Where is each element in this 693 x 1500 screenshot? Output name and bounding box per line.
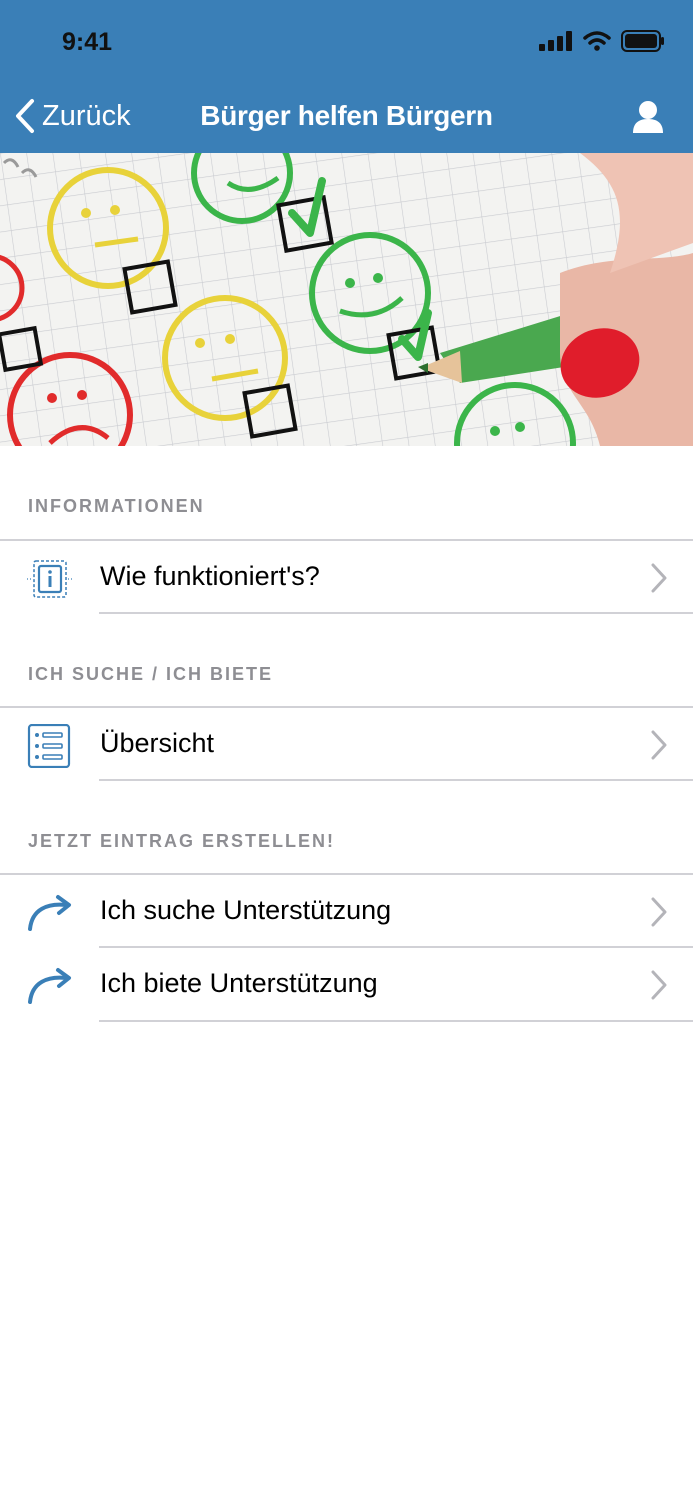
- signal-icon: [539, 31, 572, 51]
- profile-button[interactable]: [631, 100, 665, 139]
- navigation-header: 9:41 Zurück Bürger helfen Bürgern: [0, 0, 693, 153]
- list-icon: [27, 724, 71, 768]
- section-header-informationen: INFORMATIONEN: [28, 496, 205, 516]
- row-wie-funktionierts[interactable]: Wie funktioniert's?: [0, 541, 693, 613]
- chevron-right-icon: [651, 730, 667, 760]
- divider: [99, 612, 693, 614]
- wifi-icon: [583, 31, 611, 51]
- hero-image: [0, 153, 693, 446]
- chevron-right-icon: [651, 897, 667, 927]
- info-icon: [27, 560, 73, 598]
- row-label: Wie funktioniert's?: [100, 561, 320, 591]
- row-label: Übersicht: [100, 728, 215, 758]
- row-label: Ich suche Unterstützung: [100, 895, 392, 925]
- page-title: Bürger helfen Bürgern: [200, 100, 493, 131]
- row-label: Ich biete Unterstützung: [100, 968, 378, 998]
- battery-icon: [621, 30, 664, 52]
- divider: [99, 779, 693, 781]
- chevron-right-icon: [651, 970, 667, 1000]
- row-ich-suche-unterstuetzung[interactable]: Ich suche Unterstützung: [0, 875, 693, 947]
- divider: [99, 1020, 693, 1022]
- chevron-right-icon: [651, 563, 667, 593]
- row-uebersicht[interactable]: Übersicht: [0, 708, 693, 780]
- status-icons: [539, 30, 665, 52]
- forward-arrow-icon: [28, 895, 71, 931]
- section-header-ich-suche-ich-biete: ICH SUCHE / ICH BIETE: [28, 664, 274, 684]
- user-icon: [633, 101, 663, 133]
- section-header-jetzt-eintrag-erstellen: JETZT EINTRAG ERSTELLEN!: [28, 831, 336, 851]
- status-time: 9:41: [62, 28, 113, 56]
- forward-arrow-icon: [28, 968, 71, 1004]
- row-ich-biete-unterstuetzung[interactable]: Ich biete Unterstützung: [0, 948, 693, 1020]
